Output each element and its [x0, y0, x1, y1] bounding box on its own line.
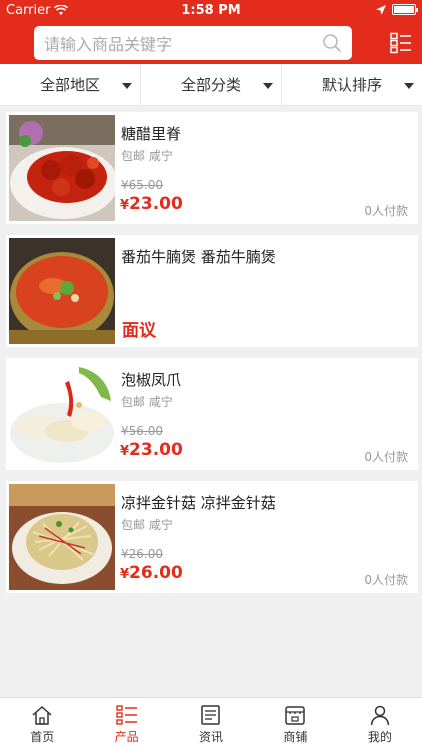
product-card[interactable]: 泡椒凤爪 包邮 咸宁 ¥56.00 ¥23.00 0人付款	[6, 358, 418, 470]
location-arrow-icon	[376, 4, 386, 15]
dropdown-arrow-icon	[263, 83, 273, 89]
tab-shop[interactable]: 商铺	[253, 698, 337, 750]
sale-price: ¥26.00	[120, 563, 183, 583]
original-price: ¥56.00	[121, 424, 163, 438]
search-icon[interactable]	[322, 33, 342, 53]
product-title: 番茄牛腩煲 番茄牛腩煲	[121, 248, 276, 266]
buyers-count: 0人付款	[364, 450, 408, 464]
original-price: ¥26.00	[121, 547, 163, 561]
sale-price-value: 26.00	[129, 563, 183, 583]
filter-category-label: 全部分类	[180, 76, 241, 94]
status-right	[376, 4, 418, 15]
product-image	[9, 238, 115, 344]
product-meta: 包邮 咸宁	[121, 393, 173, 410]
dropdown-arrow-icon	[404, 83, 414, 89]
currency-symbol: ¥	[120, 198, 130, 213]
tab-home[interactable]: 首页	[0, 698, 84, 750]
tab-shop-label: 商铺	[283, 729, 308, 744]
shipping-tag: 包邮	[121, 149, 146, 163]
original-price: ¥65.00	[121, 178, 163, 192]
filter-region[interactable]: 全部地区	[0, 64, 140, 105]
category-menu-icon[interactable]	[390, 32, 412, 54]
product-image	[9, 484, 115, 590]
product-card[interactable]: 番茄牛腩煲 番茄牛腩煲 面议	[6, 235, 418, 347]
shipping-tag: 包邮	[121, 395, 146, 409]
tab-products[interactable]: 产品	[84, 698, 168, 750]
filter-sort-label: 默认排序	[321, 76, 382, 94]
status-time: 1:58 PM	[181, 3, 241, 18]
tab-me-label: 我的	[367, 729, 392, 744]
shop-icon	[285, 705, 306, 725]
tab-products-label: 产品	[114, 729, 139, 744]
filter-bar: 全部地区 全部分类 默认排序	[0, 64, 422, 106]
product-card[interactable]: 糖醋里脊 包邮 咸宁 ¥65.00 ¥23.00 0人付款	[6, 112, 418, 224]
product-title: 泡椒凤爪	[121, 371, 182, 389]
product-list: 糖醋里脊 包邮 咸宁 ¥65.00 ¥23.00 0人付款 番茄牛腩煲 番茄牛腩…	[6, 112, 418, 604]
sale-price: ¥23.00	[120, 194, 183, 214]
currency-symbol: ¥	[120, 567, 130, 582]
buyers-count: 0人付款	[364, 204, 408, 218]
battery-icon	[392, 4, 418, 15]
sale-price: ¥23.00	[120, 440, 183, 460]
tab-home-label: 首页	[30, 729, 55, 744]
currency-symbol: ¥	[120, 444, 130, 459]
product-meta: 包邮 咸宁	[121, 516, 173, 533]
tab-news-label: 资讯	[199, 729, 224, 744]
bottom-tab-bar: 首页 产品 资讯 商铺 我的	[0, 697, 422, 750]
tab-me[interactable]: 我的	[338, 698, 422, 750]
home-icon	[32, 705, 52, 725]
product-title: 凉拌金针菇 凉拌金针菇	[121, 494, 276, 512]
product-city: 咸宁	[148, 395, 173, 409]
price-negotiable: 面议	[122, 321, 156, 341]
shipping-tag: 包邮	[121, 518, 146, 532]
search-input[interactable]: 请输入商品关键字	[34, 26, 352, 60]
filter-sort[interactable]: 默认排序	[281, 64, 422, 105]
product-title: 糖醋里脊	[121, 125, 182, 143]
product-city: 咸宁	[148, 518, 173, 532]
product-image	[9, 115, 115, 221]
product-city: 咸宁	[148, 149, 173, 163]
product-meta: 包邮 咸宁	[121, 147, 173, 164]
buyers-count: 0人付款	[364, 573, 408, 587]
filter-region-label: 全部地区	[39, 76, 100, 94]
user-icon	[370, 705, 390, 725]
dropdown-arrow-icon	[122, 83, 132, 89]
status-bar: Carrier 1:58 PM	[0, 0, 422, 22]
header-bar: Carrier 1:58 PM 请输入商品关键字	[0, 0, 422, 64]
news-icon	[201, 704, 220, 725]
tab-news[interactable]: 资讯	[169, 698, 253, 750]
product-image	[9, 361, 115, 467]
product-list-icon	[115, 704, 137, 725]
sale-price-value: 23.00	[129, 440, 183, 460]
sale-price-value: 23.00	[129, 194, 183, 214]
search-placeholder: 请输入商品关键字	[44, 35, 173, 54]
filter-category[interactable]: 全部分类	[140, 64, 281, 105]
product-card[interactable]: 凉拌金针菇 凉拌金针菇 包邮 咸宁 ¥26.00 ¥26.00 0人付款	[6, 481, 418, 593]
